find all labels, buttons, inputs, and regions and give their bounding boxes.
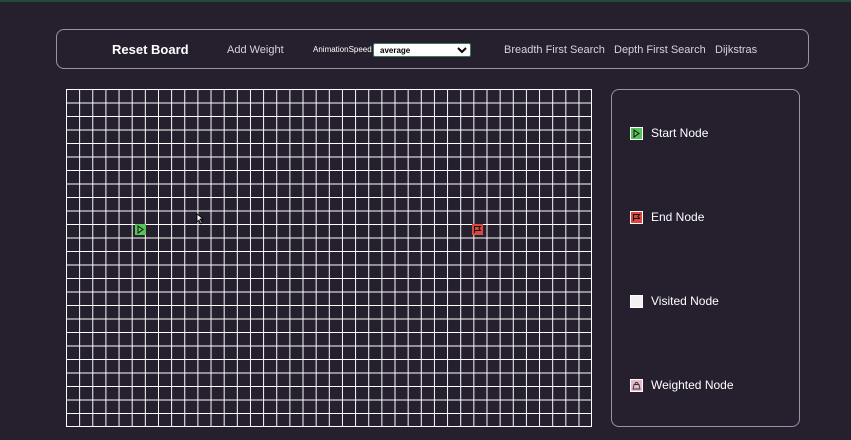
flag-icon <box>633 213 641 221</box>
legend-label-end: End Node <box>651 210 705 224</box>
legend-swatch-visited <box>630 294 643 308</box>
legend-label-visited: Visited Node <box>651 294 719 308</box>
bfs-button[interactable]: Breadth First Search <box>504 30 605 70</box>
legend-swatch-end <box>630 210 643 224</box>
legend-item-end: End Node <box>630 209 704 225</box>
play-icon <box>137 225 144 234</box>
play-icon <box>633 128 640 138</box>
legend-label-start: Start Node <box>651 126 709 140</box>
legend-label-weighted: Weighted Node <box>651 378 734 392</box>
legend-swatch-start <box>630 126 643 140</box>
start-node[interactable] <box>135 224 146 235</box>
weight-icon <box>632 381 641 389</box>
legend-panel: Start Node End Node Visited Node Weighte… <box>611 89 800 427</box>
mouse-cursor-icon <box>196 213 204 225</box>
add-weight-button[interactable]: Add Weight <box>227 30 284 70</box>
grid-board[interactable] <box>66 89 592 427</box>
reset-board-button[interactable]: Reset Board <box>112 30 189 70</box>
window-top-accent <box>0 0 851 2</box>
legend-item-start: Start Node <box>630 125 708 141</box>
flag-icon <box>474 226 482 233</box>
dfs-button[interactable]: Depth First Search <box>614 30 706 70</box>
animation-speed-label: AnimationSpeed <box>313 45 372 54</box>
legend-item-visited: Visited Node <box>630 293 719 309</box>
grid-cells[interactable] <box>66 89 592 427</box>
legend-swatch-weighted <box>630 378 643 392</box>
legend-item-weighted: Weighted Node <box>630 377 734 393</box>
navbar: Reset Board Add Weight AnimationSpeed av… <box>56 29 809 69</box>
animation-speed-select[interactable]: average <box>373 43 471 57</box>
dijkstras-button[interactable]: Dijkstras <box>715 30 757 70</box>
end-node[interactable] <box>472 224 483 235</box>
